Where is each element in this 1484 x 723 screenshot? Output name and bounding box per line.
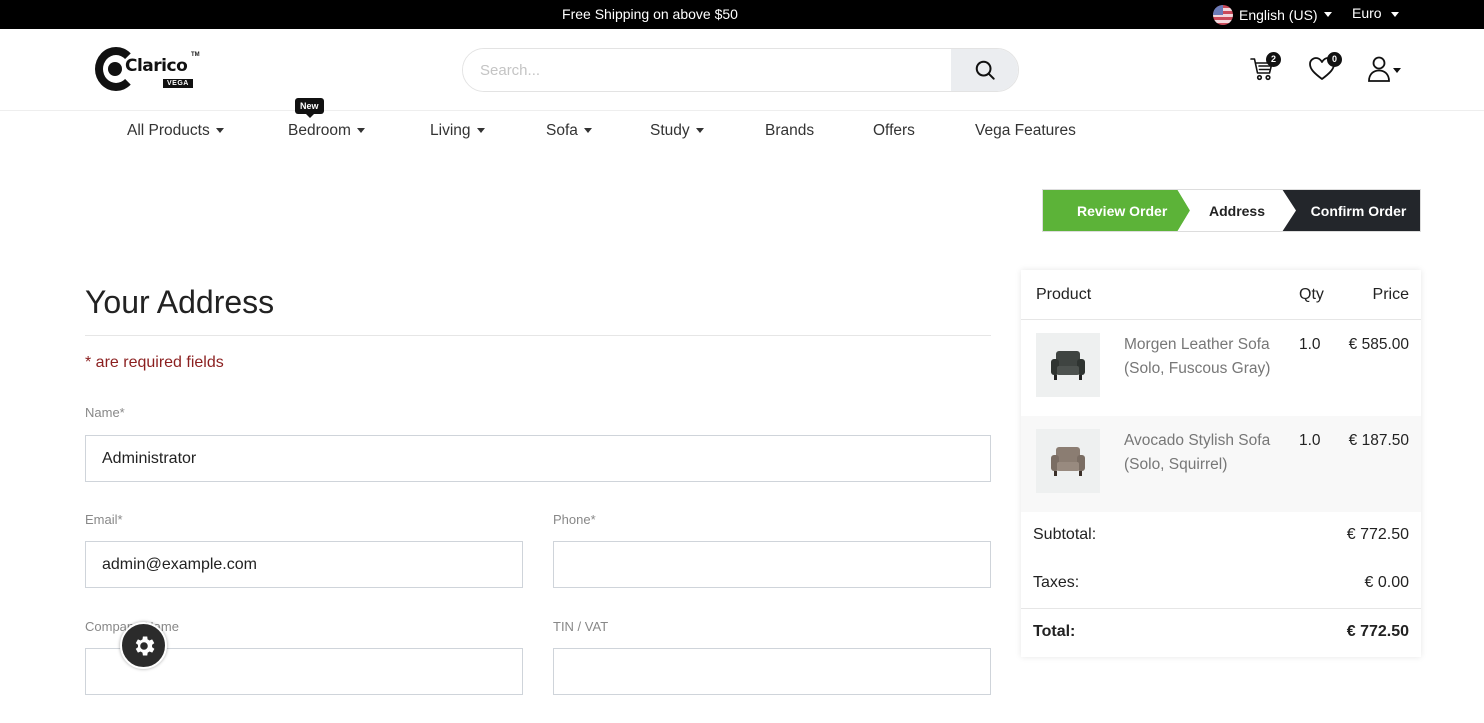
email-field[interactable]: [85, 541, 523, 588]
cart-button[interactable]: 2: [1249, 52, 1281, 85]
product-image[interactable]: [1036, 429, 1100, 493]
logo-text: Clarico: [125, 56, 188, 76]
logo-dot: [108, 62, 122, 76]
summary-item: Morgen Leather Sofa (Solo, Fuscous Gray)…: [1021, 320, 1421, 416]
chevron-down-icon: [1323, 12, 1332, 17]
top-bar: Free Shipping on above $50 English (US) …: [0, 0, 1484, 29]
product-qty: 1.0: [1299, 336, 1321, 353]
page-title: Your Address: [85, 284, 275, 320]
nav-label: All Products: [127, 122, 210, 139]
order-summary: Product Qty Price Morgen Leather Sofa (S…: [1021, 270, 1421, 657]
chevron-down-icon: [583, 128, 592, 134]
tin-vat-field[interactable]: [553, 648, 991, 695]
main-nav: All Products New Bedroom Living Sofa Stu…: [0, 98, 1484, 151]
wishlist-button[interactable]: 0: [1308, 52, 1342, 85]
taxes-row: Taxes: € 0.00: [1033, 574, 1409, 592]
email-label: Email*: [85, 512, 123, 527]
chevron-down-icon: [1393, 68, 1401, 73]
total-value: € 772.50: [1346, 623, 1409, 640]
account-menu[interactable]: [1366, 55, 1406, 85]
us-flag-icon: [1213, 4, 1233, 25]
product-price: € 187.50: [1348, 432, 1409, 449]
logo-trademark: TM: [191, 52, 200, 58]
total-label: Total:: [1033, 623, 1076, 640]
chevron-down-icon: [356, 128, 365, 134]
divider: [85, 335, 991, 336]
product-image[interactable]: [1036, 333, 1100, 397]
chevron-down-icon: [1391, 11, 1400, 17]
site-header: Clarico TM VEGA 2 0: [0, 29, 1484, 111]
phone-field[interactable]: [553, 541, 991, 588]
nav-bedroom[interactable]: Bedroom: [288, 122, 365, 140]
nav-offers[interactable]: Offers: [873, 122, 915, 140]
nav-sofa[interactable]: Sofa: [546, 122, 592, 140]
chevron-down-icon: [695, 128, 704, 134]
name-field[interactable]: [85, 435, 991, 482]
nav-vega-features[interactable]: Vega Features: [975, 122, 1076, 140]
nav-all-products[interactable]: All Products: [127, 122, 224, 140]
nav-living[interactable]: Living: [430, 122, 485, 140]
divider: [1021, 608, 1421, 609]
product-price: € 585.00: [1348, 336, 1409, 353]
currency-selector[interactable]: Euro: [1352, 5, 1400, 21]
chevron-down-icon: [215, 128, 224, 134]
nav-label: Living: [430, 122, 471, 139]
nav-label: Study: [650, 122, 690, 139]
step-confirm-order[interactable]: Confirm Order: [1282, 189, 1421, 232]
gear-icon: [135, 635, 154, 656]
name-label: Name*: [85, 405, 125, 420]
phone-label: Phone*: [553, 512, 596, 527]
new-badge: New: [295, 98, 324, 118]
subtotal-row: Subtotal: € 772.50: [1033, 526, 1409, 544]
promo-text: Free Shipping on above $50: [562, 6, 738, 22]
summary-item: Avocado Stylish Sofa (Solo, Squirrel) 1.…: [1021, 416, 1421, 512]
search-input[interactable]: [463, 49, 951, 91]
search-icon: [975, 60, 995, 80]
logo-sub: VEGA: [163, 79, 193, 88]
search-bar: [462, 48, 1019, 92]
step-address[interactable]: Address: [1177, 189, 1297, 232]
step-review-order[interactable]: Review Order: [1042, 189, 1190, 232]
total-row: Total: € 772.50: [1033, 623, 1409, 641]
taxes-label: Taxes:: [1033, 574, 1080, 591]
checkout-steps: Review Order Address Confirm Order: [1042, 189, 1421, 232]
nav-brands[interactable]: Brands: [765, 122, 814, 140]
summary-header: Product Qty Price: [1021, 270, 1421, 320]
subtotal-label: Subtotal:: [1033, 526, 1097, 543]
taxes-value: € 0.00: [1364, 574, 1409, 591]
subtotal-value: € 772.50: [1346, 526, 1409, 543]
settings-button[interactable]: [120, 622, 167, 669]
cart-count-badge: 2: [1266, 52, 1281, 67]
col-product: Product: [1036, 286, 1092, 303]
nav-study[interactable]: Study: [650, 122, 704, 140]
nav-label: Sofa: [546, 122, 578, 139]
search-button[interactable]: [951, 49, 1018, 91]
col-qty: Qty: [1299, 286, 1324, 303]
currency-label: Euro: [1352, 5, 1382, 21]
required-fields-note: * are required fields: [85, 354, 224, 371]
wishlist-count-badge: 0: [1327, 52, 1342, 67]
site-logo[interactable]: Clarico TM VEGA: [95, 47, 205, 93]
armchair-icon: [1051, 447, 1085, 476]
language-selector[interactable]: English (US): [1213, 4, 1332, 25]
product-name-link[interactable]: Morgen Leather Sofa (Solo, Fuscous Gray): [1124, 333, 1284, 381]
product-qty: 1.0: [1299, 432, 1321, 449]
nav-label: Bedroom: [288, 122, 351, 139]
col-price: Price: [1372, 286, 1409, 303]
product-name-link[interactable]: Avocado Stylish Sofa (Solo, Squirrel): [1124, 429, 1284, 477]
tin-label: TIN / VAT: [553, 619, 609, 634]
armchair-icon: [1051, 351, 1085, 380]
chevron-down-icon: [476, 128, 485, 134]
user-icon: [1368, 56, 1390, 82]
language-label: English (US): [1239, 6, 1318, 23]
